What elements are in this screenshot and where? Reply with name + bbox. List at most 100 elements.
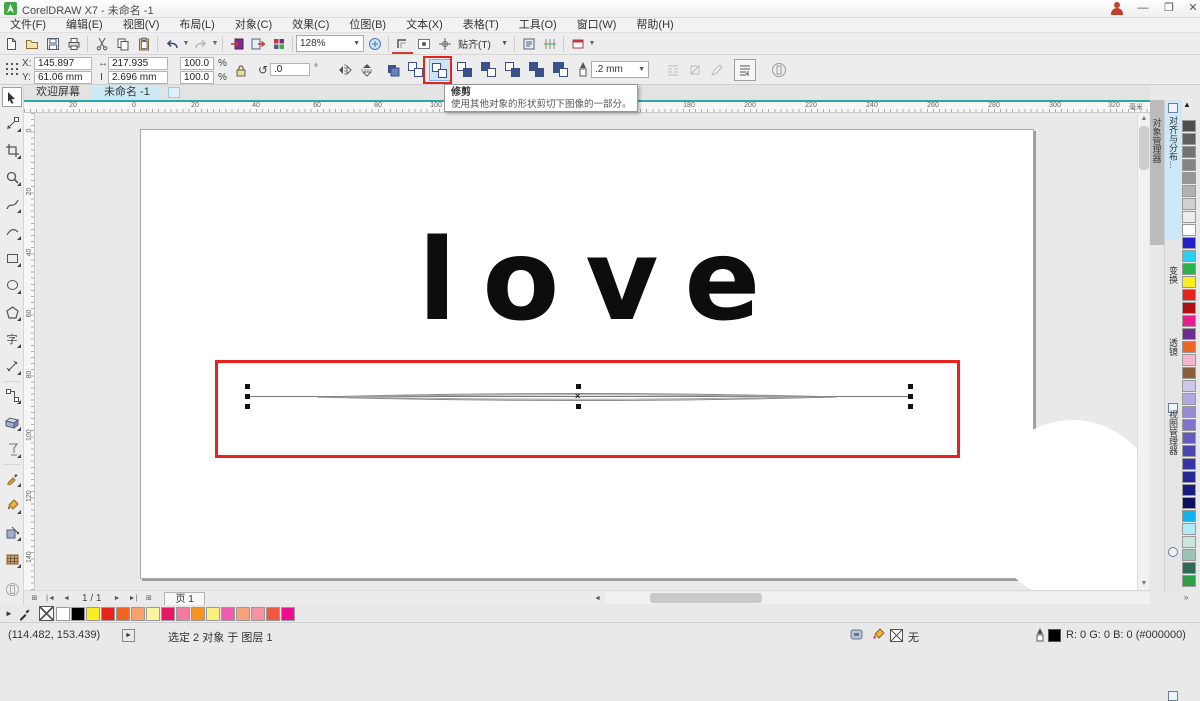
palette-swatch[interactable] xyxy=(1182,510,1196,522)
scale-x-field[interactable]: 100.0 xyxy=(180,57,214,70)
selection-handle[interactable] xyxy=(908,404,913,409)
palette-swatch[interactable] xyxy=(1182,432,1196,444)
palette-swatch[interactable] xyxy=(85,606,100,621)
docker-tab-align-distribute[interactable]: 对齐与分布... xyxy=(1165,100,1182,240)
menu-view[interactable]: 视图(V) xyxy=(113,18,170,33)
palette-swatch[interactable] xyxy=(220,606,235,621)
polygon-tool[interactable] xyxy=(2,302,22,322)
play-details-icon[interactable]: ► xyxy=(122,629,135,642)
undo-button[interactable] xyxy=(161,34,182,54)
text-tool[interactable]: 字 xyxy=(2,329,22,349)
palette-swatch[interactable] xyxy=(1182,497,1196,509)
palette-swatch[interactable] xyxy=(1182,198,1196,210)
palette-swatch[interactable] xyxy=(160,606,175,621)
quick-customize-button[interactable] xyxy=(567,34,588,54)
fullscreen-preview-button[interactable] xyxy=(364,34,385,54)
palette-swatch[interactable] xyxy=(1182,341,1196,353)
selection-handle[interactable] xyxy=(576,384,581,389)
palette-swatch[interactable] xyxy=(1182,562,1196,574)
save-button[interactable] xyxy=(42,34,63,54)
drawing-canvas[interactable]: love × xyxy=(35,113,1137,590)
app-launcher-button[interactable] xyxy=(268,34,289,54)
menu-text[interactable]: 文本(X) xyxy=(396,18,453,33)
scale-y-field[interactable]: 100.0 xyxy=(180,71,214,84)
palette-swatch[interactable] xyxy=(1182,354,1196,366)
extrude-tool[interactable] xyxy=(2,412,22,432)
palette-swatch[interactable] xyxy=(1182,393,1196,405)
selection-handle[interactable] xyxy=(908,384,913,389)
fill-tool[interactable] xyxy=(2,495,22,515)
first-page-button[interactable]: |◄ xyxy=(44,592,57,604)
palette-scroll-up-arrow[interactable]: ▲ xyxy=(1183,100,1199,118)
palette-swatch[interactable] xyxy=(1182,185,1196,197)
vertical-scroll-thumb[interactable] xyxy=(1139,126,1149,170)
selection-center-x-marker[interactable]: × xyxy=(575,392,580,401)
crosshair-button[interactable] xyxy=(434,34,455,54)
y-position-field[interactable]: 61.06 mm xyxy=(34,71,92,84)
minimize-button[interactable]: — xyxy=(1132,1,1154,16)
palette-swatch[interactable] xyxy=(190,606,205,621)
create-boundary-button[interactable] xyxy=(551,59,573,81)
add-page-button[interactable]: ⊞ xyxy=(28,592,41,604)
simplify-button[interactable] xyxy=(479,59,501,81)
rotation-angle-field[interactable]: .0 xyxy=(270,63,310,76)
palette-swatch[interactable] xyxy=(1182,289,1196,301)
outline-pen-icon[interactable] xyxy=(1035,628,1045,642)
palette-swatch[interactable] xyxy=(1182,159,1196,171)
palette-swatch[interactable] xyxy=(1182,406,1196,418)
two-point-line-tool[interactable] xyxy=(2,221,22,241)
close-button[interactable]: ✕ xyxy=(1182,1,1200,16)
open-button[interactable] xyxy=(21,34,42,54)
menu-tools[interactable]: 工具(O) xyxy=(509,18,567,33)
add-page-button-2[interactable]: ⊞ xyxy=(142,592,155,604)
palette-swatch[interactable] xyxy=(1182,445,1196,457)
outline-color-swatch[interactable] xyxy=(1048,629,1061,642)
palette-swatch[interactable] xyxy=(1182,302,1196,314)
palette-swatch[interactable] xyxy=(1182,224,1196,236)
mirror-vertical-button[interactable] xyxy=(356,59,378,81)
palette-flyout-arrow[interactable]: ► xyxy=(0,609,18,618)
mesh-fill-tool[interactable] xyxy=(2,549,22,569)
scroll-up-arrow[interactable]: ▲ xyxy=(1138,113,1150,125)
palette-swatch[interactable] xyxy=(70,606,85,621)
palette-swatch[interactable] xyxy=(1182,328,1196,340)
palette-swatch[interactable] xyxy=(100,606,115,621)
palette-swatch[interactable] xyxy=(1182,549,1196,561)
palette-swatch[interactable] xyxy=(265,606,280,621)
zoom-level-combobox[interactable]: 128% ▼ xyxy=(296,35,364,52)
previous-page-button[interactable]: ◄ xyxy=(60,592,73,604)
palette-swatch[interactable] xyxy=(250,606,265,621)
palette-swatch[interactable] xyxy=(1182,133,1196,145)
palette-swatch[interactable] xyxy=(1182,315,1196,327)
object-width-field[interactable]: 217.935 mm xyxy=(108,57,168,80)
back-minus-front-button[interactable] xyxy=(527,59,549,81)
color-eyedropper-icon[interactable] xyxy=(18,607,31,621)
document-page[interactable] xyxy=(140,129,1034,579)
palette-flyout-arrow[interactable]: » xyxy=(1184,593,1188,602)
transparency-tool[interactable] xyxy=(2,439,22,459)
redo-dropdown-arrow[interactable]: ▼ xyxy=(211,40,219,47)
selection-handle[interactable] xyxy=(245,384,250,389)
palette-swatch[interactable] xyxy=(235,606,250,621)
palette-swatch[interactable] xyxy=(1182,458,1196,470)
export-button[interactable] xyxy=(247,34,268,54)
options-button[interactable] xyxy=(518,34,539,54)
page-1-tab[interactable]: 页 1 xyxy=(164,591,205,605)
fill-color-icon[interactable] xyxy=(872,628,886,641)
restore-button[interactable]: ❐ xyxy=(1158,1,1180,16)
canvas-text-love[interactable]: love xyxy=(418,225,786,337)
palette-swatch[interactable] xyxy=(175,606,190,621)
menu-edit[interactable]: 编辑(E) xyxy=(56,18,113,33)
front-minus-back-button[interactable] xyxy=(503,59,525,81)
tab-welcome-screen[interactable]: 欢迎屏幕 xyxy=(24,85,92,100)
horizontal-scroll-thumb[interactable] xyxy=(650,593,762,603)
rectangle-tool[interactable] xyxy=(2,248,22,268)
outline-width-combobox[interactable]: .2 mm ▼ xyxy=(591,61,649,78)
palette-swatch[interactable] xyxy=(1182,276,1196,288)
palette-swatch[interactable] xyxy=(1182,263,1196,275)
selection-handle[interactable] xyxy=(908,394,913,399)
palette-swatch[interactable] xyxy=(130,606,145,621)
palette-swatch[interactable] xyxy=(1182,523,1196,535)
palette-swatch[interactable] xyxy=(1182,471,1196,483)
scroll-left-arrow[interactable]: ◄ xyxy=(591,592,604,604)
